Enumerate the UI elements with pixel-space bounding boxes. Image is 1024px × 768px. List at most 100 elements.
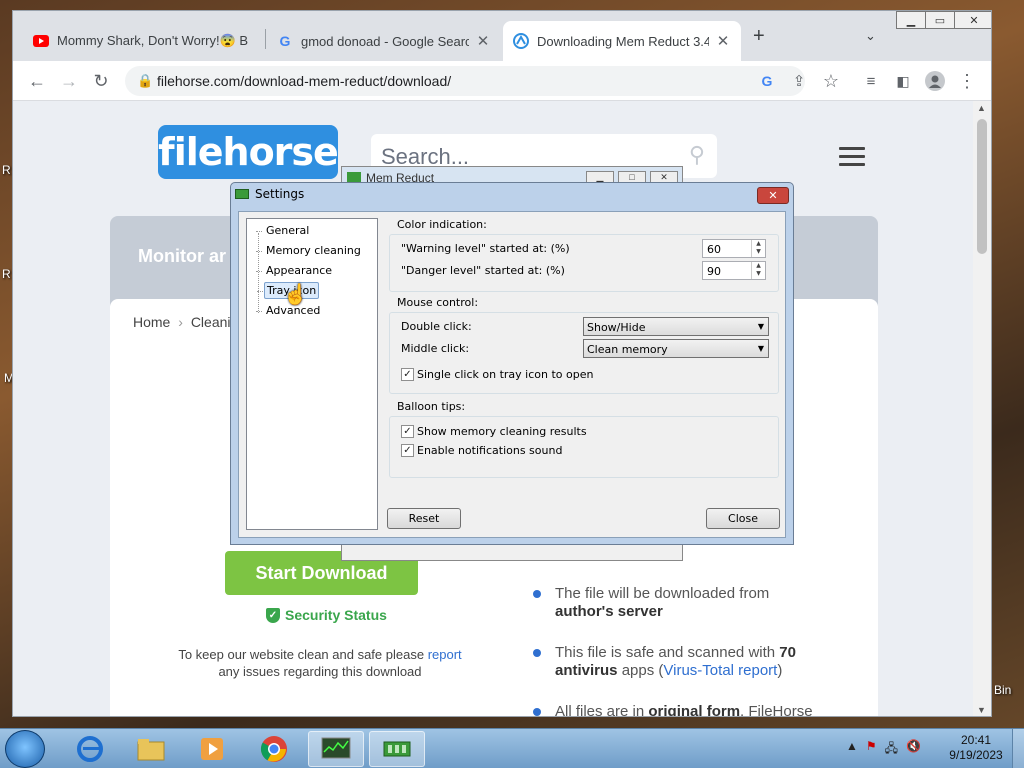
close-button[interactable]: Close [706, 508, 780, 529]
security-status-label: Security Status [285, 607, 387, 623]
close-window-icon[interactable]: ✕ [954, 11, 991, 29]
chevron-down-icon: ▼ [757, 344, 764, 353]
bullet-bold: author's server [555, 603, 663, 620]
back-icon[interactable]: ← [25, 69, 49, 93]
chevron-down-icon: ▼ [757, 322, 764, 331]
warning-level-spinner[interactable]: 60 ▲ ▼ [702, 239, 766, 258]
google-lens-icon[interactable]: G [755, 69, 779, 93]
settings-titlebar[interactable]: Settings [235, 187, 304, 201]
breadcrumb: Home › Cleanin [133, 314, 238, 330]
checkbox-label: Single click on tray icon to open [417, 368, 594, 381]
task-manager-icon[interactable] [308, 731, 364, 767]
middle-click-select[interactable]: Clean memory ▼ [583, 339, 769, 358]
tab-youtube[interactable]: Mommy Shark, Don't Worry!😨 B [23, 21, 263, 61]
profile-icon[interactable] [923, 69, 947, 93]
page-scrollbar[interactable]: ▲ ▼ [973, 101, 991, 716]
filehorse-logo[interactable]: filehorse [158, 125, 339, 179]
browser-toolbar: ← → ↻ 🔒 filehorse.com/download-mem-reduc… [13, 61, 991, 101]
group-title: Color indication: [397, 218, 487, 231]
checkbox-checked-icon: ✓ [401, 444, 414, 457]
tab-search-icon[interactable]: ⌄ [865, 28, 876, 44]
bullet-bold: 70 [779, 644, 796, 661]
bookmark-star-icon[interactable]: ☆ [819, 69, 843, 93]
chrome-icon[interactable] [246, 731, 302, 767]
group-title: Mouse control: [397, 296, 479, 309]
breadcrumb-home[interactable]: Home [133, 314, 170, 330]
danger-level-label: "Danger level" started at: (%) [401, 264, 565, 277]
checkbox-checked-icon: ✓ [401, 425, 414, 438]
spin-arrows-icon[interactable]: ▲ ▼ [751, 240, 765, 257]
report-notice: To keep our website clean and safe pleas… [170, 646, 470, 680]
hand-cursor-icon: ☝ [283, 284, 308, 306]
filehorse-icon [513, 33, 529, 49]
share-icon[interactable]: ⇪ [787, 69, 811, 93]
bullet-text: ) [777, 662, 783, 679]
settings-nav-tree: General Memory cleaning Appearance Tray … [246, 218, 378, 530]
notif-sound-checkbox[interactable]: ✓ Enable notifications sound [401, 444, 562, 457]
show-hidden-icons-icon[interactable]: ▲ [846, 739, 858, 760]
network-icon[interactable]: 🖧 [885, 739, 898, 760]
settings-title: Settings [255, 187, 305, 201]
show-desktop-button[interactable] [1012, 729, 1024, 768]
mem-reduct-icon [235, 189, 249, 199]
maximize-icon[interactable]: ▭ [925, 11, 955, 29]
reset-button[interactable]: Reset [387, 508, 461, 529]
reload-icon[interactable]: ↻ [89, 69, 113, 93]
close-dialog-icon[interactable]: ✕ [757, 187, 789, 204]
bullet-text: apps ( [621, 662, 664, 679]
tree-line [258, 233, 259, 313]
menu-kebab-icon[interactable]: ⋮ [955, 69, 979, 93]
window-controls: ▁ ▭ ✕ [896, 11, 991, 29]
nav-general[interactable]: General [255, 223, 311, 238]
double-click-select[interactable]: Show/Hide ▼ [583, 317, 769, 336]
search-icon[interactable]: ⚲ [689, 142, 705, 168]
address-bar[interactable]: 🔒 filehorse.com/download-mem-reduct/down… [125, 66, 805, 96]
hamburger-menu-icon[interactable] [839, 147, 865, 171]
tab-title: Downloading Mem Reduct 3.4 fr [537, 33, 709, 49]
checkbox-label: Show memory cleaning results [417, 425, 587, 438]
tab-strip: Mommy Shark, Don't Worry!😨 B G gmod dono… [13, 11, 991, 61]
mem-reduct-icon [347, 172, 361, 182]
close-tab-icon[interactable]: ✕ [715, 32, 731, 50]
single-click-checkbox[interactable]: ✓ Single click on tray icon to open [401, 368, 593, 381]
tab-filehorse[interactable]: Downloading Mem Reduct 3.4 fr ✕ [503, 21, 741, 61]
scroll-thumb[interactable] [977, 119, 987, 254]
nav-appearance[interactable]: Appearance [255, 263, 334, 278]
info-bullet: The file will be downloaded from author'… [533, 585, 815, 621]
checkbox-label: Enable notifications sound [417, 444, 563, 457]
color-indication-group: Color indication: "Warning level" starte… [389, 218, 779, 292]
nav-memory-cleaning[interactable]: Memory cleaning [256, 243, 363, 258]
scroll-up-icon[interactable]: ▲ [977, 103, 986, 113]
tab-google-search[interactable]: G gmod donoad - Google Search ✕ [267, 21, 501, 61]
show-results-checkbox[interactable]: ✓ Show memory cleaning results [401, 425, 587, 438]
close-tab-icon[interactable]: ✕ [475, 32, 491, 50]
warning-level-label: "Warning level" started at: (%) [401, 242, 570, 255]
report-link[interactable]: report [428, 647, 462, 662]
bullet-text: All files are in [555, 703, 645, 717]
reading-list-icon[interactable]: ≡ [859, 69, 883, 93]
internet-explorer-icon[interactable] [62, 731, 118, 767]
side-panel-icon[interactable]: ◧ [891, 69, 915, 93]
spin-arrows-icon[interactable]: ▲ ▼ [751, 262, 765, 279]
bullet-bold: original form [648, 703, 741, 717]
group-title: Balloon tips: [397, 400, 466, 413]
media-player-icon[interactable] [184, 731, 240, 767]
action-center-icon[interactable]: ⚑ [866, 739, 877, 760]
danger-level-spinner[interactable]: 90 ▲ ▼ [702, 261, 766, 280]
forward-icon[interactable]: → [57, 69, 81, 93]
scroll-down-icon[interactable]: ▼ [977, 705, 986, 715]
settings-body: General Memory cleaning Appearance Tray … [238, 211, 786, 538]
minimize-icon[interactable]: ▁ [896, 11, 926, 29]
recycle-bin-label: Bin [994, 683, 1012, 697]
security-status[interactable]: ✓ Security Status [266, 607, 387, 623]
virus-total-link[interactable]: Virus-Total report [663, 662, 777, 679]
mem-reduct-taskbar-icon[interactable] [369, 731, 425, 767]
system-clock[interactable]: 20:41 9/19/2023 [946, 733, 1006, 763]
start-button[interactable] [5, 730, 45, 768]
file-explorer-icon[interactable] [123, 731, 179, 767]
new-tab-button[interactable]: + [753, 25, 765, 48]
double-click-value: Show/Hide [587, 321, 646, 334]
lock-icon: 🔒 [137, 73, 154, 88]
volume-muted-icon[interactable]: 🔇 [906, 739, 921, 760]
danger-level-value: 90 [707, 265, 721, 278]
